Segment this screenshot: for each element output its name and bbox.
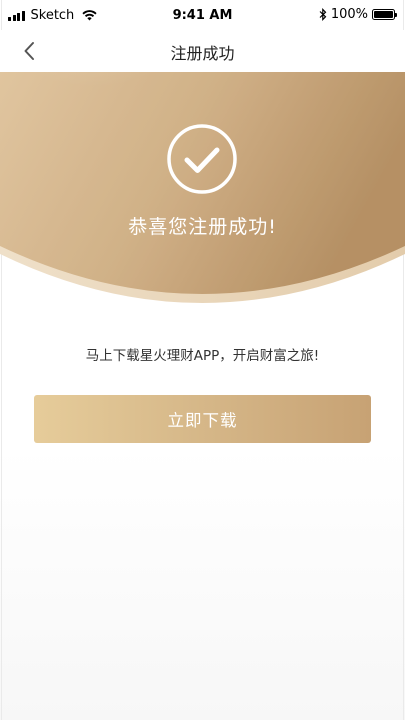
download-button[interactable]: 立即下载 xyxy=(34,395,371,443)
status-right: 100% xyxy=(319,7,397,22)
nav-bar: 注册成功 xyxy=(0,30,405,72)
status-bar: Sketch 9:41 AM 100% xyxy=(0,0,405,30)
success-message: 恭喜您注册成功! xyxy=(128,216,277,238)
battery-percent: 100% xyxy=(330,7,368,22)
check-circle-icon xyxy=(167,124,237,194)
app-screen: Sketch 9:41 AM 100% 注册成功 恭喜您注册成功! 马上下载星火… xyxy=(0,0,405,720)
bluetooth-icon xyxy=(319,8,327,21)
success-hero: 恭喜您注册成功! xyxy=(0,72,405,312)
page-title: 注册成功 xyxy=(170,44,235,63)
download-description: 马上下载星火理财APP，开启财富之旅! xyxy=(85,348,320,364)
battery-icon xyxy=(372,9,397,20)
